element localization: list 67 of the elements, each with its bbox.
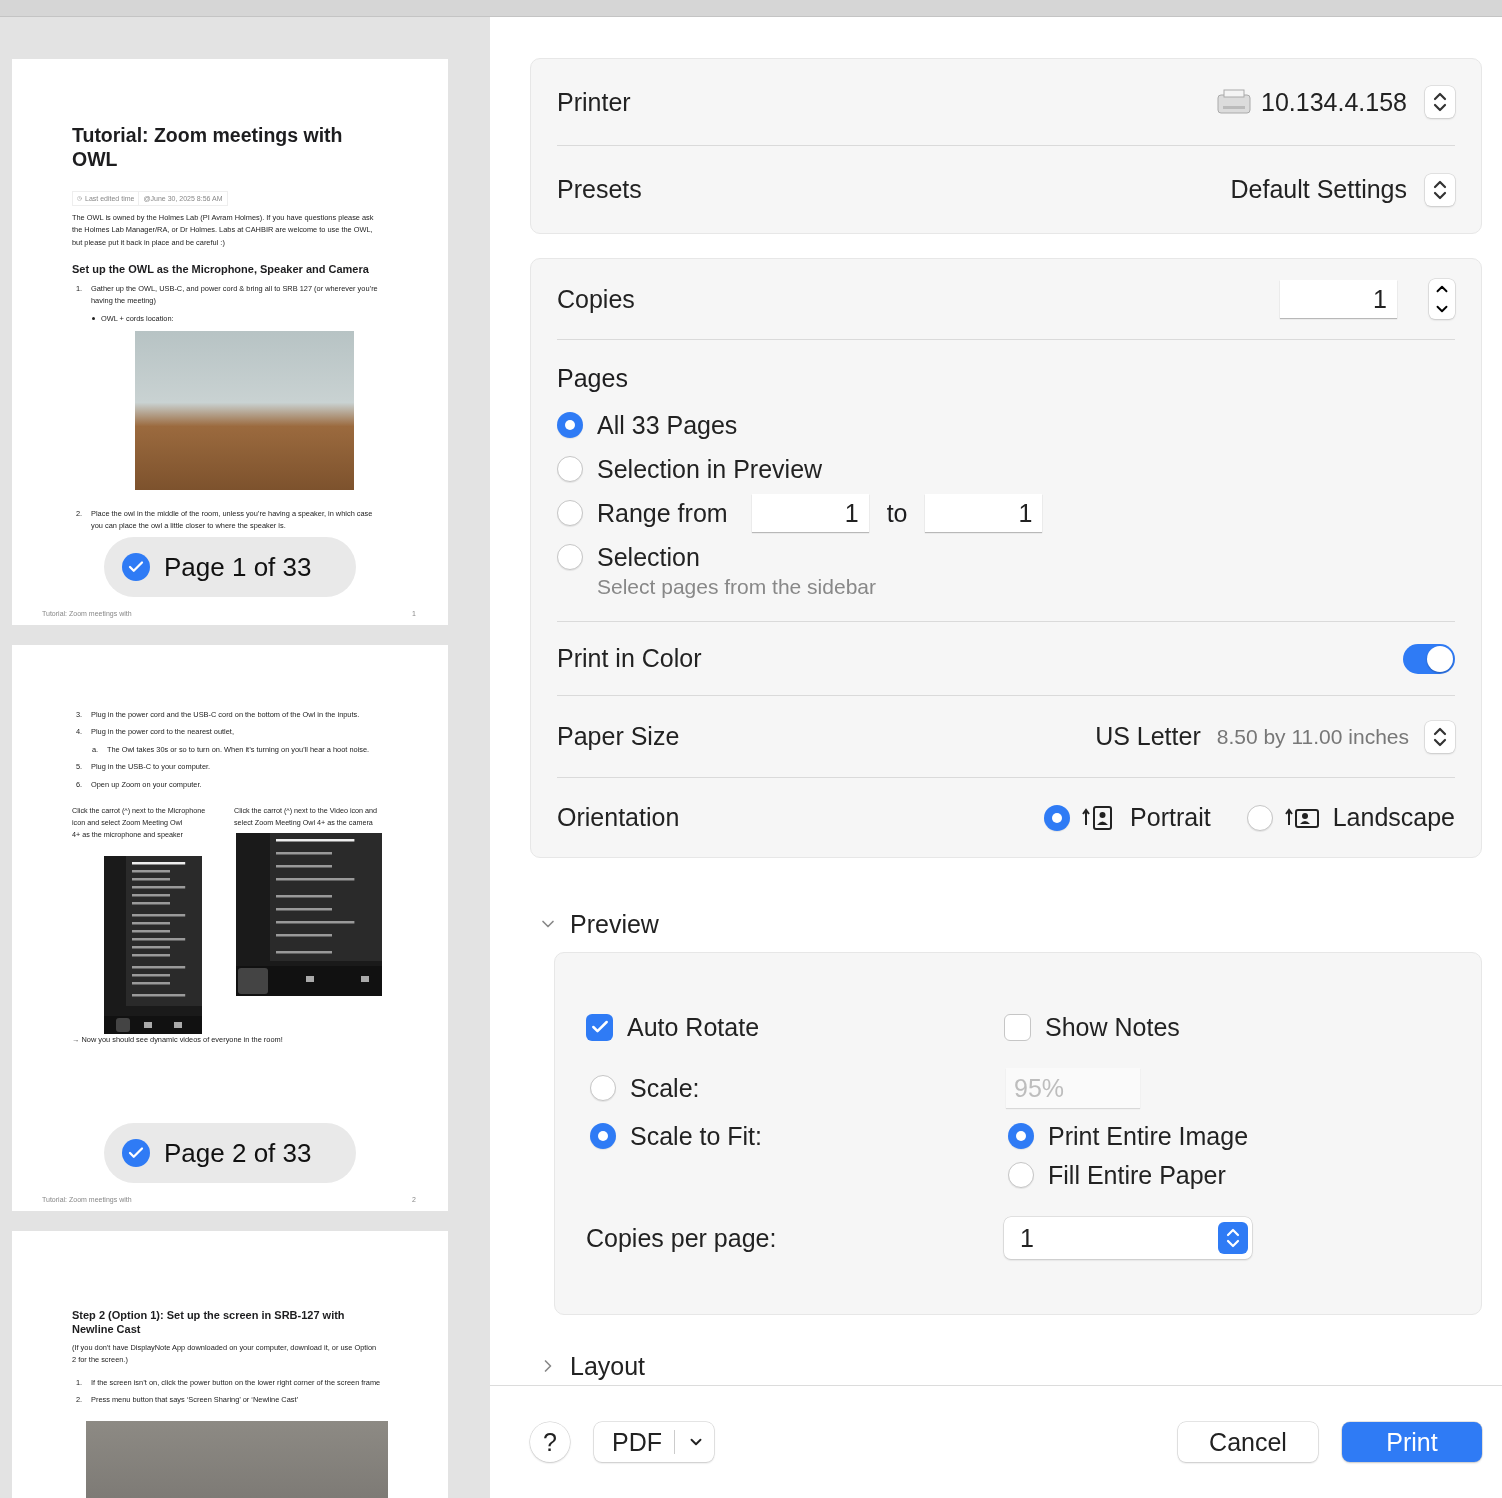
up-down-arrows-icon — [1433, 178, 1447, 201]
checkbox[interactable] — [586, 1013, 613, 1041]
page-selection-badge[interactable]: Page 1 of 33 — [104, 537, 356, 597]
radio-label: Selection in Preview — [597, 454, 823, 484]
up-down-arrows-icon — [1433, 91, 1447, 113]
cancel-button[interactable]: Cancel — [1178, 1422, 1318, 1462]
radio-label: All 33 Pages — [597, 410, 738, 440]
section-heading: Step 2 (Option 1): Set up the screen in SRB-127 with Newline Cast — [72, 1309, 346, 1336]
checkbox-label: Auto Rotate — [627, 1012, 760, 1042]
radio-label: Range from — [597, 498, 728, 528]
field-label: Printer — [557, 87, 631, 117]
radio-label: Print Entire Image — [1048, 1121, 1249, 1151]
copies-field[interactable]: 1 — [1280, 280, 1397, 318]
radio-label: Portrait — [1130, 803, 1211, 832]
radio-label: Selection — [597, 542, 700, 572]
paper-size-value: US Letter — [1095, 722, 1201, 751]
field-label: Paper Size — [557, 722, 680, 751]
page-selection-badge[interactable]: Page 2 of 33 — [104, 1123, 356, 1183]
range-to-label: to — [886, 498, 908, 528]
radio-label: Scale: — [630, 1073, 700, 1103]
copies-stepper[interactable] — [1429, 279, 1455, 319]
printer-icon — [1217, 88, 1251, 116]
up-down-arrows-icon — [1433, 725, 1447, 748]
hint-text: Select pages from the sidebar — [596, 575, 877, 599]
page-thumbnail[interactable] — [12, 59, 448, 625]
up-down-arrows-icon — [1226, 1227, 1240, 1249]
layout-disclosure[interactable]: Layout — [530, 1351, 646, 1381]
field-label: Print in Color — [557, 644, 702, 673]
radio-label: Landscape — [1332, 803, 1455, 832]
help-button[interactable]: ? — [530, 1422, 570, 1462]
document-title: Tutorial: Zoom meetings with OWL — [72, 123, 344, 171]
color-toggle[interactable] — [1403, 643, 1455, 674]
copies-per-page-popup[interactable]: 1 — [1004, 1217, 1252, 1259]
printer-value: 10.134.4.158 — [1261, 87, 1407, 117]
radio-button[interactable] — [557, 412, 583, 438]
section-label: Pages — [557, 363, 629, 393]
radio-button[interactable] — [557, 456, 583, 482]
radio-button[interactable] — [1044, 804, 1071, 831]
checkbox[interactable] — [1004, 1013, 1031, 1041]
range-to-field[interactable]: 1 — [925, 494, 1043, 532]
radio-button[interactable] — [590, 1123, 616, 1149]
radio-button[interactable] — [557, 500, 583, 526]
preview-disclosure[interactable]: Preview — [530, 909, 659, 939]
field-label: Copies per page: — [586, 1223, 777, 1253]
section-heading: Set up the OWL as the Microphone, Speaker and Camera — [72, 263, 370, 277]
presets-popup-button[interactable] — [1425, 173, 1455, 206]
paper-size-popup-button[interactable] — [1425, 720, 1455, 753]
clock-icon — [77, 196, 82, 201]
radio-button[interactable] — [557, 544, 583, 570]
radio-button[interactable] — [590, 1075, 616, 1101]
pdf-menu-button[interactable]: PDF — [594, 1422, 714, 1462]
field-label: Copies — [557, 284, 635, 314]
radio-button[interactable] — [1008, 1123, 1034, 1149]
radio-label: Scale to Fit: — [630, 1121, 762, 1151]
radio-button[interactable] — [1246, 804, 1273, 831]
radio-label: Fill Entire Paper — [1048, 1160, 1226, 1190]
print-button[interactable]: Print — [1342, 1422, 1482, 1462]
printer-popup-button[interactable] — [1425, 86, 1455, 118]
presets-value: Default Settings — [1230, 175, 1407, 204]
field-label: Orientation — [557, 803, 680, 832]
paper-dimensions: 8.50 by 11.00 inches — [1216, 724, 1409, 749]
bullet-dot — [92, 317, 95, 321]
field-label: Presets — [557, 175, 642, 204]
radio-button[interactable] — [1008, 1162, 1034, 1188]
range-from-field[interactable]: 1 — [751, 494, 869, 532]
checkbox-label: Show Notes — [1045, 1012, 1180, 1042]
page-thumbnail[interactable] — [12, 645, 448, 1211]
